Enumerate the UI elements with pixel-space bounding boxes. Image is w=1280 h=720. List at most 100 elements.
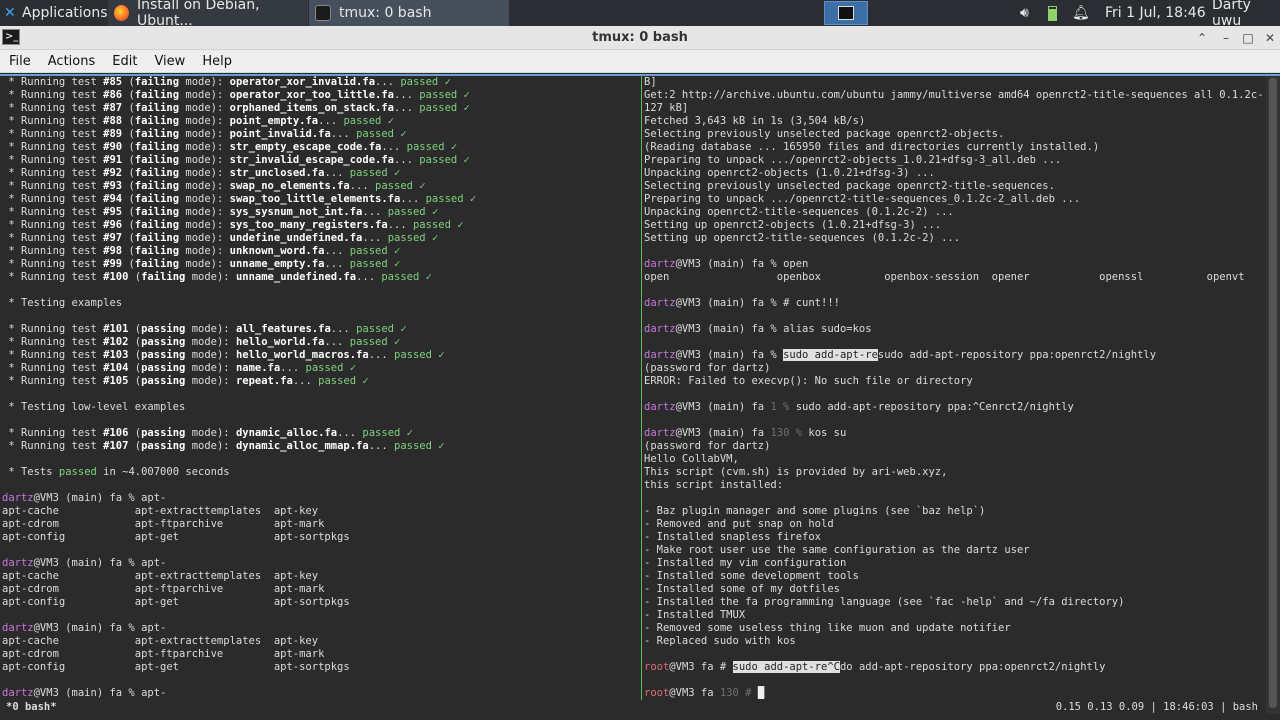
right-pane-line: - Installed my vim configuration <box>644 557 847 569</box>
collapse-icon[interactable]: ⌃ <box>1192 26 1212 50</box>
minimize-icon[interactable]: – <box>1216 26 1236 50</box>
right-pane-line: root@VM3 fa 130 # █ <box>644 687 765 699</box>
window-titlebar[interactable]: >_ tmux: 0 bash ⌃ – □ ✕ <box>0 26 1280 50</box>
right-pane-line: Unpacking openrct2-title-sequences (0.1.… <box>644 206 954 218</box>
right-pane-line: root@VM3 fa # sudo add-apt-re^Cdo add-ap… <box>644 661 1106 673</box>
left-pane-line <box>2 674 638 687</box>
applications-menu[interactable]: ✕ Applications <box>0 0 108 26</box>
left-pane-line: apt-config apt-get apt-sortpkgs <box>2 661 350 673</box>
right-pane-line: - Installed some of my dotfiles <box>644 583 840 595</box>
left-pane-line: dartz@VM3 (main) fa % apt- <box>2 492 167 504</box>
window-terminal-icon: >_ <box>2 29 20 45</box>
left-pane-line: * Running test #105 (passing mode): repe… <box>2 375 369 387</box>
right-pane-line: - Installed the fa programming language … <box>644 596 1125 608</box>
tmux-pane-right[interactable]: B] Get:2 http://archive.ubuntu.com/ubuntu… <box>644 76 1264 700</box>
menu-file[interactable]: File <box>0 54 39 69</box>
left-pane-line: * Running test #86 (failing mode): opera… <box>2 89 470 101</box>
right-pane-line: ERROR: Failed to execvp(): No such file … <box>644 375 973 387</box>
right-pane-line <box>644 310 1264 323</box>
close-icon[interactable]: ✕ <box>1260 26 1280 50</box>
left-pane-line: apt-cache apt-extracttemplates apt-key <box>2 570 319 582</box>
right-pane-line: 127 kB] <box>644 102 689 114</box>
left-pane-line: apt-cdrom apt-ftparchive apt-mark <box>2 583 325 595</box>
terminal-icon <box>315 5 331 21</box>
right-pane-line <box>644 648 1264 661</box>
left-pane-line: * Tests passed in ~4.007000 seconds <box>2 466 230 478</box>
taskbar-item-firefox[interactable]: Install on Debian, Ubunt... <box>108 0 308 29</box>
menu-actions[interactable]: Actions <box>39 54 104 69</box>
left-pane-line: * Running test #103 (passing mode): hell… <box>2 349 445 361</box>
right-pane-line: dartz@VM3 (main) fa % # cunt!!! <box>644 297 840 309</box>
right-pane-line <box>644 336 1264 349</box>
firefox-icon <box>114 5 129 21</box>
notification-bell-icon[interactable]: 🔔︎ <box>1072 0 1090 26</box>
right-pane-line: B] <box>644 76 657 88</box>
right-pane-line <box>644 284 1264 297</box>
left-pane-line: apt-cdrom apt-ftparchive apt-mark <box>2 648 325 660</box>
right-pane-line: Setting up openrct2-title-sequences (0.1… <box>644 232 961 244</box>
left-pane-line: * Running test #93 (failing mode): swap_… <box>2 180 426 192</box>
right-pane-line: dartz@VM3 (main) fa % alias sudo=kos <box>644 323 872 335</box>
right-pane-line: Fetched 3,643 kB in 1s (3,504 kB/s) <box>644 115 866 127</box>
left-pane-line: apt-cache apt-extracttemplates apt-key <box>2 635 319 647</box>
battery-icon[interactable] <box>1048 0 1057 26</box>
right-pane-line: - Removed and put snap on hold <box>644 518 834 530</box>
left-pane-line: * Running test #85 (failing mode): opera… <box>2 76 451 88</box>
taskbar-item-label: tmux: 0 bash <box>339 5 432 21</box>
tmux-status-right: 0.15 0.13 0.09 | 18:46:03 | bash <box>1055 701 1258 713</box>
tmux-pane-left[interactable]: * Running test #85 (failing mode): opera… <box>2 76 638 700</box>
right-pane-line: - Removed some useless thing like muon a… <box>644 622 1011 634</box>
scrollbar-thumb[interactable] <box>1269 78 1277 708</box>
left-pane-line <box>2 414 638 427</box>
terminal-scrollbar[interactable] <box>1266 76 1280 714</box>
right-pane-line: this script installed: <box>644 479 784 491</box>
right-pane-line: - Replaced sudo with kos <box>644 635 796 647</box>
left-pane-line: * Running test #87 (failing mode): orpha… <box>2 102 470 114</box>
taskbar-item-label: Install on Debian, Ubunt... <box>136 0 260 29</box>
left-pane-line: apt-config apt-get apt-sortpkgs <box>2 596 350 608</box>
left-pane-line: * Running test #89 (failing mode): point… <box>2 128 407 140</box>
right-pane-line: Preparing to unpack .../openrct2-title-s… <box>644 193 1081 205</box>
right-pane-line: - Installed TMUX <box>644 609 746 621</box>
menu-help[interactable]: Help <box>193 54 240 69</box>
terminal-area[interactable]: * Running test #85 (failing mode): opera… <box>0 74 1280 720</box>
tmux-status-bar: *0 bash* 0.15 0.13 0.09 | 18:46:03 | bas… <box>0 700 1280 714</box>
menu-edit[interactable]: Edit <box>103 54 145 69</box>
volume-icon[interactable]: 🔊︎ <box>1020 0 1029 26</box>
left-pane-line: * Running test #104 (passing mode): name… <box>2 362 357 374</box>
workspace-window-icon <box>838 6 854 20</box>
left-pane-line: * Running test #94 (failing mode): swap_… <box>2 193 477 205</box>
left-pane-line: * Testing low-level examples <box>2 401 186 413</box>
left-pane-line: apt-cdrom apt-ftparchive apt-mark <box>2 518 325 530</box>
menu-view[interactable]: View <box>145 54 193 69</box>
right-pane-line: dartz@VM3 (main) fa % sudo add-apt-resud… <box>644 349 1157 361</box>
xfce-logo-icon: ✕ <box>4 5 16 21</box>
left-pane-line: dartz@VM3 (main) fa % apt- <box>2 622 167 634</box>
left-pane-line: apt-config apt-get apt-sortpkgs <box>2 531 350 543</box>
menubar: File Actions Edit View Help <box>0 50 1280 73</box>
left-pane-line: * Running test #91 (failing mode): str_i… <box>2 154 470 166</box>
left-pane-line: dartz@VM3 (main) fa % apt- <box>2 557 167 569</box>
applications-label: Applications <box>22 5 108 21</box>
workspace-switcher[interactable] <box>824 1 868 25</box>
taskbar-item-terminal[interactable]: tmux: 0 bash <box>309 0 509 26</box>
left-pane-line <box>2 310 638 323</box>
left-pane-line <box>2 609 638 622</box>
right-pane-line: (Reading database ... 165950 files and d… <box>644 141 1100 153</box>
maximize-icon[interactable]: □ <box>1238 26 1258 50</box>
right-pane-line <box>644 245 1264 258</box>
right-pane-line: Preparing to unpack .../openrct2-objects… <box>644 154 1062 166</box>
left-pane-line: * Running test #96 (failing mode): sys_t… <box>2 219 464 231</box>
right-pane-line: dartz@VM3 (main) fa % open <box>644 258 809 270</box>
right-pane-line: Selecting previously unselected package … <box>644 180 1055 192</box>
right-pane-line: - Make root user use the same configurat… <box>644 544 1030 556</box>
left-pane-line: * Running test #99 (failing mode): unnam… <box>2 258 401 270</box>
tmux-window-list: *0 bash* <box>6 701 57 713</box>
clock[interactable]: Fri 1 Jul, 18:46 <box>1105 0 1206 26</box>
right-pane-line: - Baz plugin manager and some plugins (s… <box>644 505 986 517</box>
left-pane-line: * Running test #100 (failing mode): unna… <box>2 271 432 283</box>
left-pane-line: * Running test #98 (failing mode): unkno… <box>2 245 401 257</box>
left-pane-line: * Running test #101 (passing mode): all_… <box>2 323 407 335</box>
user-menu[interactable]: Darty uwu <box>1212 0 1280 29</box>
right-pane-line: Get:2 http://archive.ubuntu.com/ubuntu j… <box>644 89 1264 101</box>
